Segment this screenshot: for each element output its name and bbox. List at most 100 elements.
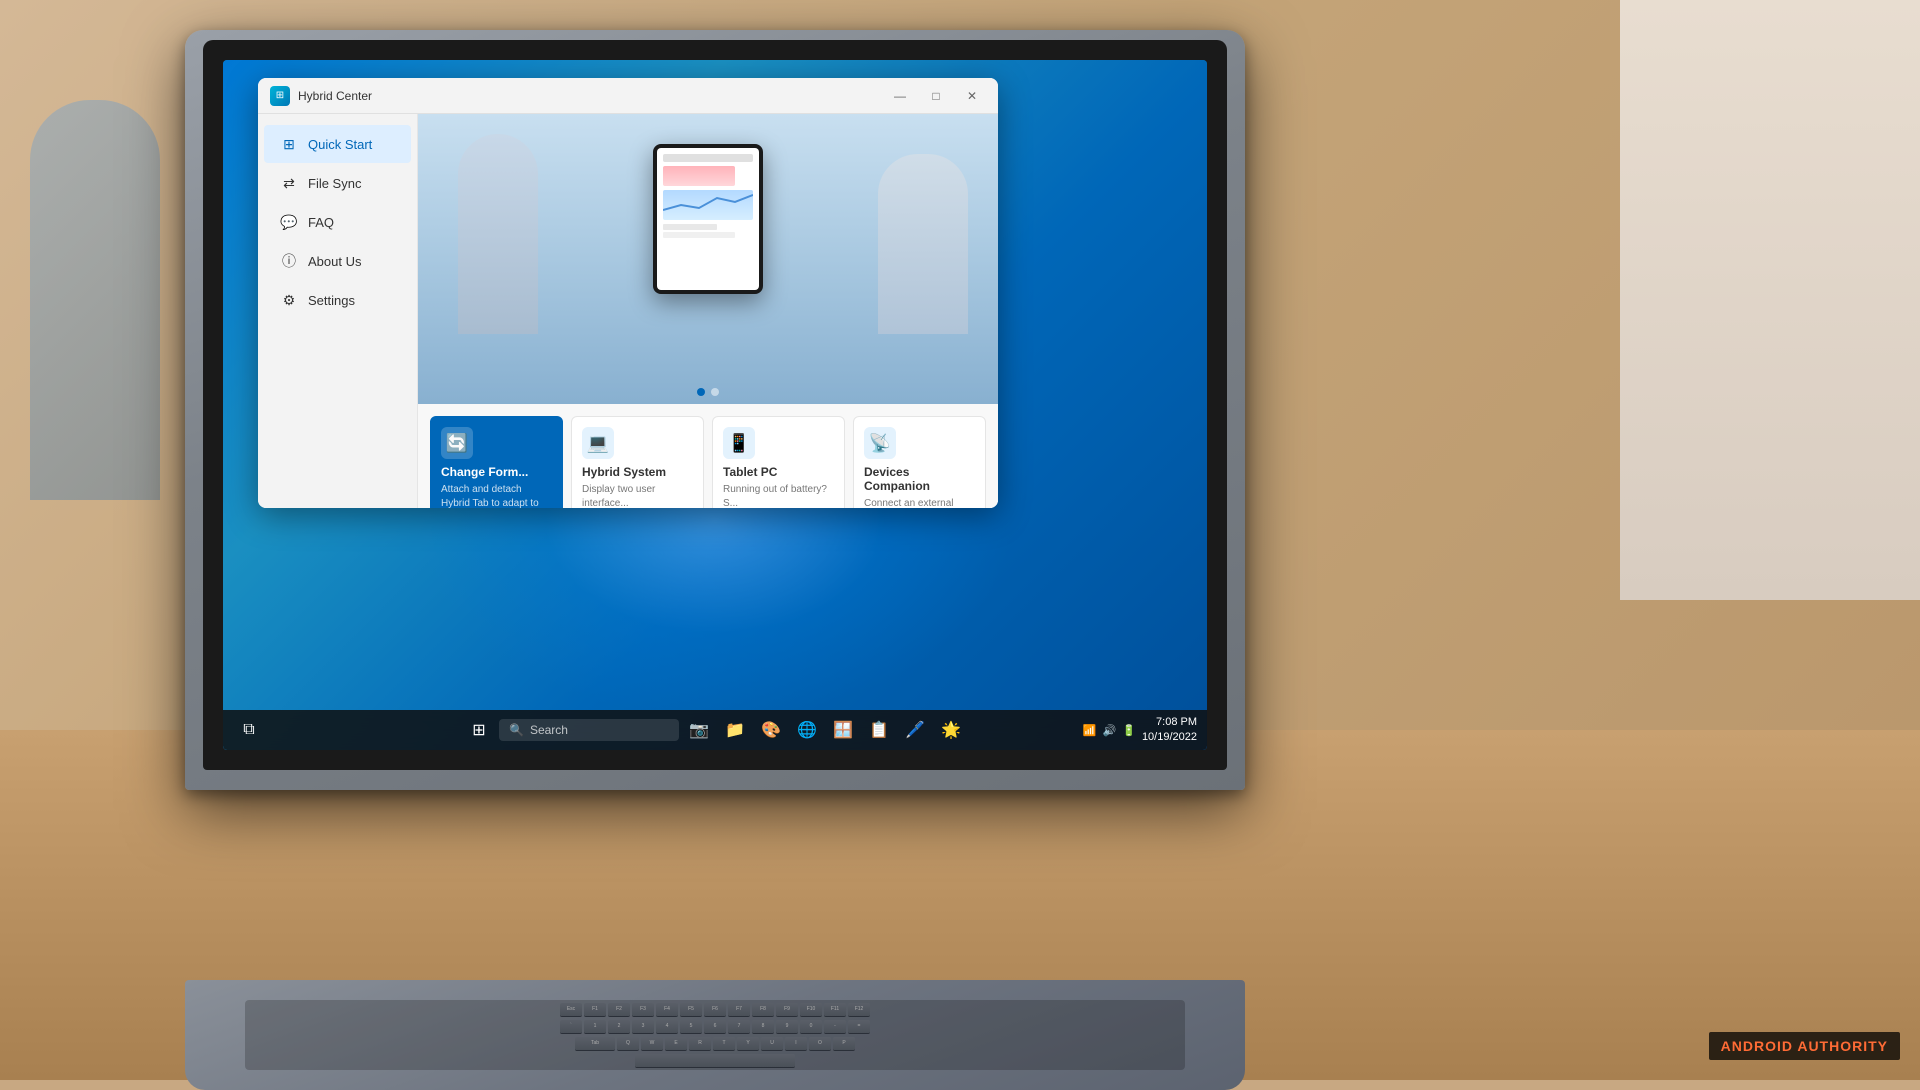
faq-icon: 💬 (280, 213, 298, 231)
minimize-button[interactable]: — (886, 82, 914, 110)
key-p[interactable]: P (833, 1037, 855, 1051)
tablet-pc-title: Tablet PC (723, 465, 834, 479)
start-button[interactable]: ⊞ (463, 714, 495, 746)
card-hybrid-system[interactable]: 💻 Hybrid System Display two user interfa… (571, 416, 704, 508)
key-f1[interactable]: F1 (584, 1003, 606, 1017)
hero-dot-1[interactable] (697, 388, 705, 396)
file-sync-label: File Sync (308, 176, 361, 191)
hero-area (418, 114, 998, 404)
key-f7[interactable]: F7 (728, 1003, 750, 1017)
key-6[interactable]: 6 (704, 1020, 726, 1034)
key-space[interactable] (635, 1054, 795, 1068)
taskbar-app-4[interactable]: 🌐 (791, 714, 823, 746)
key-0[interactable]: 0 (800, 1020, 822, 1034)
key-f5[interactable]: F5 (680, 1003, 702, 1017)
key-i[interactable]: I (785, 1037, 807, 1051)
tablet-pc-desc: Running out of battery? S... (723, 483, 834, 508)
key-5[interactable]: 5 (680, 1020, 702, 1034)
sidebar-item-faq[interactable]: 💬 FAQ (264, 203, 411, 241)
key-o[interactable]: O (809, 1037, 831, 1051)
seat-left-decoration (458, 134, 538, 334)
key-u[interactable]: U (761, 1037, 783, 1051)
app-icon: ⊞ (270, 86, 290, 106)
sound-icon: 🔊 (1103, 724, 1117, 737)
taskbar-app-3[interactable]: 🎨 (755, 714, 787, 746)
search-bar[interactable]: 🔍 Search (499, 719, 679, 741)
key-e[interactable]: E (665, 1037, 687, 1051)
tablet-pc-icon: 📱 (723, 427, 755, 459)
change-form-desc: Attach and detach Hybrid Tab to adapt to… (441, 483, 552, 508)
card-change-form[interactable]: 🔄 Change Form... Attach and detach Hybri… (430, 416, 563, 508)
sidebar-item-settings[interactable]: ⚙ Settings (264, 281, 411, 319)
taskbar-app-8[interactable]: 🌟 (935, 714, 967, 746)
key-f8[interactable]: F8 (752, 1003, 774, 1017)
settings-label: Settings (308, 293, 355, 308)
key-esc[interactable]: Esc (560, 1003, 582, 1017)
taskbar-app-5[interactable]: 🪟 (827, 714, 859, 746)
hybrid-center-window: ⊞ Hybrid Center — □ ✕ ⊞ (258, 78, 998, 508)
devices-companion-title: Devices Companion (864, 465, 975, 493)
taskbar-app-7[interactable]: 🖊️ (899, 714, 931, 746)
key-f4[interactable]: F4 (656, 1003, 678, 1017)
key-backtick[interactable]: ` (560, 1020, 582, 1034)
watermark: ANDROID AUTHORITY (1709, 1032, 1900, 1060)
search-icon: 🔍 (509, 723, 524, 737)
key-f10[interactable]: F10 (800, 1003, 822, 1017)
key-equals[interactable]: = (848, 1020, 870, 1034)
battery-icon: 🔋 (1122, 724, 1136, 737)
key-9[interactable]: 9 (776, 1020, 798, 1034)
sidebar-item-file-sync[interactable]: ⇄ File Sync (264, 164, 411, 202)
key-q[interactable]: Q (617, 1037, 639, 1051)
time-display[interactable]: 7:08 PM 10/19/2022 (1142, 715, 1197, 746)
key-f3[interactable]: F3 (632, 1003, 654, 1017)
search-label: Search (530, 723, 568, 737)
title-bar: ⊞ Hybrid Center — □ ✕ (258, 78, 998, 114)
about-us-icon: ⓘ (280, 252, 298, 270)
network-icon: 📶 (1083, 724, 1097, 737)
key-f11[interactable]: F11 (824, 1003, 846, 1017)
key-row-1: Esc F1 F2 F3 F4 F5 F6 F7 F8 F9 F10 F11 F… (560, 1003, 870, 1017)
hero-tablet-device (653, 144, 763, 294)
card-devices-companion[interactable]: 📡 Devices Companion Connect an external … (853, 416, 986, 508)
key-minus[interactable]: - (824, 1020, 846, 1034)
maximize-button[interactable]: □ (922, 82, 950, 110)
hero-dot-2[interactable] (711, 388, 719, 396)
key-f2[interactable]: F2 (608, 1003, 630, 1017)
key-y[interactable]: Y (737, 1037, 759, 1051)
sidebar-item-about-us[interactable]: ⓘ About Us (264, 242, 411, 280)
key-f9[interactable]: F9 (776, 1003, 798, 1017)
key-f12[interactable]: F12 (848, 1003, 870, 1017)
key-2[interactable]: 2 (608, 1020, 630, 1034)
taskbar-app-1[interactable]: 📷 (683, 714, 715, 746)
key-3[interactable]: 3 (632, 1020, 654, 1034)
key-row-spacebar (635, 1054, 795, 1068)
sidebar-item-quick-start[interactable]: ⊞ Quick Start (264, 125, 411, 163)
laptop-shell: ⊞ Hybrid Center — □ ✕ ⊞ (185, 30, 1245, 790)
window-title: Hybrid Center (298, 89, 886, 103)
close-button[interactable]: ✕ (958, 82, 986, 110)
key-8[interactable]: 8 (752, 1020, 774, 1034)
key-tab[interactable]: Tab (575, 1037, 615, 1051)
window-controls: — □ ✕ (886, 82, 986, 110)
key-r[interactable]: R (689, 1037, 711, 1051)
taskbar-app-2[interactable]: 📁 (719, 714, 751, 746)
clock-date: 10/19/2022 (1142, 730, 1197, 745)
key-w[interactable]: W (641, 1037, 663, 1051)
about-us-label: About Us (308, 254, 361, 269)
key-t[interactable]: T (713, 1037, 735, 1051)
laptop-keyboard-area: Esc F1 F2 F3 F4 F5 F6 F7 F8 F9 F10 F11 F… (185, 980, 1245, 1090)
quick-start-label: Quick Start (308, 137, 372, 152)
key-f6[interactable]: F6 (704, 1003, 726, 1017)
card-tablet-pc[interactable]: 📱 Tablet PC Running out of battery? S... (712, 416, 845, 508)
settings-icon: ⚙ (280, 291, 298, 309)
task-view-icon[interactable]: ⧉ (233, 714, 265, 746)
wall-decoration (1620, 0, 1920, 600)
file-sync-icon: ⇄ (280, 174, 298, 192)
keyboard-keys: Esc F1 F2 F3 F4 F5 F6 F7 F8 F9 F10 F11 F… (245, 1000, 1185, 1070)
taskbar-app-6[interactable]: 📋 (863, 714, 895, 746)
key-7[interactable]: 7 (728, 1020, 750, 1034)
devices-companion-desc: Connect an external mole... (864, 497, 975, 508)
key-1[interactable]: 1 (584, 1020, 606, 1034)
change-form-icon: 🔄 (441, 427, 473, 459)
key-4[interactable]: 4 (656, 1020, 678, 1034)
